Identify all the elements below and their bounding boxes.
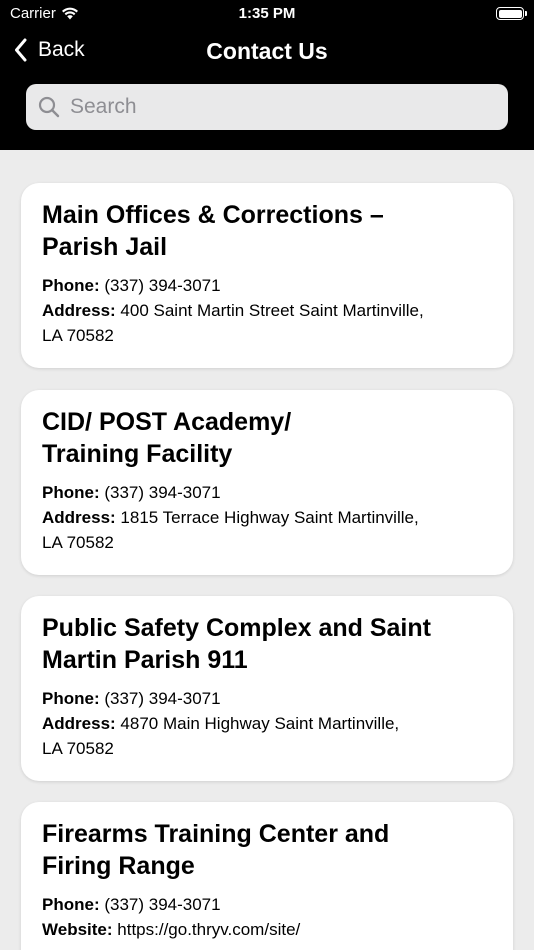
address-value[interactable]: 400 Saint Martin Street Saint Martinvill… [116,301,423,320]
contact-title-line: Parish Jail [42,233,168,261]
contact-phone: Phone: (337) 394-3071 [42,480,492,505]
phone-label: Phone: [42,483,100,502]
address-label: Address: [42,508,116,527]
contact-title: Public Safety Complex and Saint Martin P… [42,612,492,676]
contact-address: Address: 1815 Terrace Highway Saint Mart… [42,505,492,530]
search-icon [38,96,60,118]
contact-address: Address: 4870 Main Highway Saint Martinv… [42,711,492,736]
phone-label: Phone: [42,276,100,295]
phone-value[interactable]: (337) 394-3071 [100,276,220,295]
contact-phone: Phone: (337) 394-3071 [42,686,492,711]
contact-card-public-safety-complex[interactable]: Public Safety Complex and Saint Martin P… [21,596,513,781]
contact-address: Address: 400 Saint Martin Street Saint M… [42,298,492,323]
contact-card-firearms-training-center[interactable]: Firearms Training Center and Firing Rang… [21,802,513,950]
contact-title: Main Offices & Corrections – Parish Jail [42,199,492,263]
website-link[interactable]: https://go.thryv.com/site/ [113,920,300,939]
contact-title-line: Public Safety Complex and Saint [42,614,431,642]
contact-title-line: Martin Parish 911 [42,646,248,674]
address-value[interactable]: 4870 Main Highway Saint Martinville, [116,714,399,733]
contact-card-cid-post-academy[interactable]: CID/ POST Academy/ Training Facility Pho… [21,390,513,575]
page-title: Contact Us [206,38,328,64]
contact-title: CID/ POST Academy/ Training Facility [42,406,492,470]
address-label: Address: [42,714,116,733]
contact-title-line: Firearms Training Center and [42,820,390,848]
phone-value[interactable]: (337) 394-3071 [100,689,220,708]
address-line-2: LA 70582 [42,326,114,345]
header: Carrier 1:35 PM Back Contact Us [0,0,534,150]
nav-bar: Back Contact Us [0,34,534,74]
address-line-2: LA 70582 [42,739,114,758]
address-value[interactable]: 1815 Terrace Highway Saint Martinville, [116,508,418,527]
address-label: Address: [42,301,116,320]
phone-label: Phone: [42,689,100,708]
status-time: 1:35 PM [238,5,296,22]
battery-icon [496,7,527,20]
address-line-2: LA 70582 [42,533,114,552]
contact-title: Firearms Training Center and Firing Rang… [42,818,492,882]
contact-list: Main Offices & Corrections – Parish Jail… [0,150,534,950]
phone-label: Phone: [42,895,100,914]
contact-title-line: Firing Range [42,852,195,880]
website-label: Website: [42,920,113,939]
search-input[interactable] [68,94,472,120]
contact-website: Website: https://go.thryv.com/site/ [42,917,492,942]
contact-card-main-offices[interactable]: Main Offices & Corrections – Parish Jail… [21,183,513,368]
search-bar[interactable] [26,84,508,130]
contact-phone: Phone: (337) 394-3071 [42,892,492,917]
contact-title-line: CID/ POST Academy/ [42,408,292,436]
contact-title-line: Training Facility [42,440,233,468]
phone-value[interactable]: (337) 394-3071 [100,483,220,502]
phone-value[interactable]: (337) 394-3071 [100,895,220,914]
contact-phone: Phone: (337) 394-3071 [42,273,492,298]
contact-title-line: Main Offices & Corrections – [42,201,384,229]
status-bar: Carrier 1:35 PM [0,0,534,28]
